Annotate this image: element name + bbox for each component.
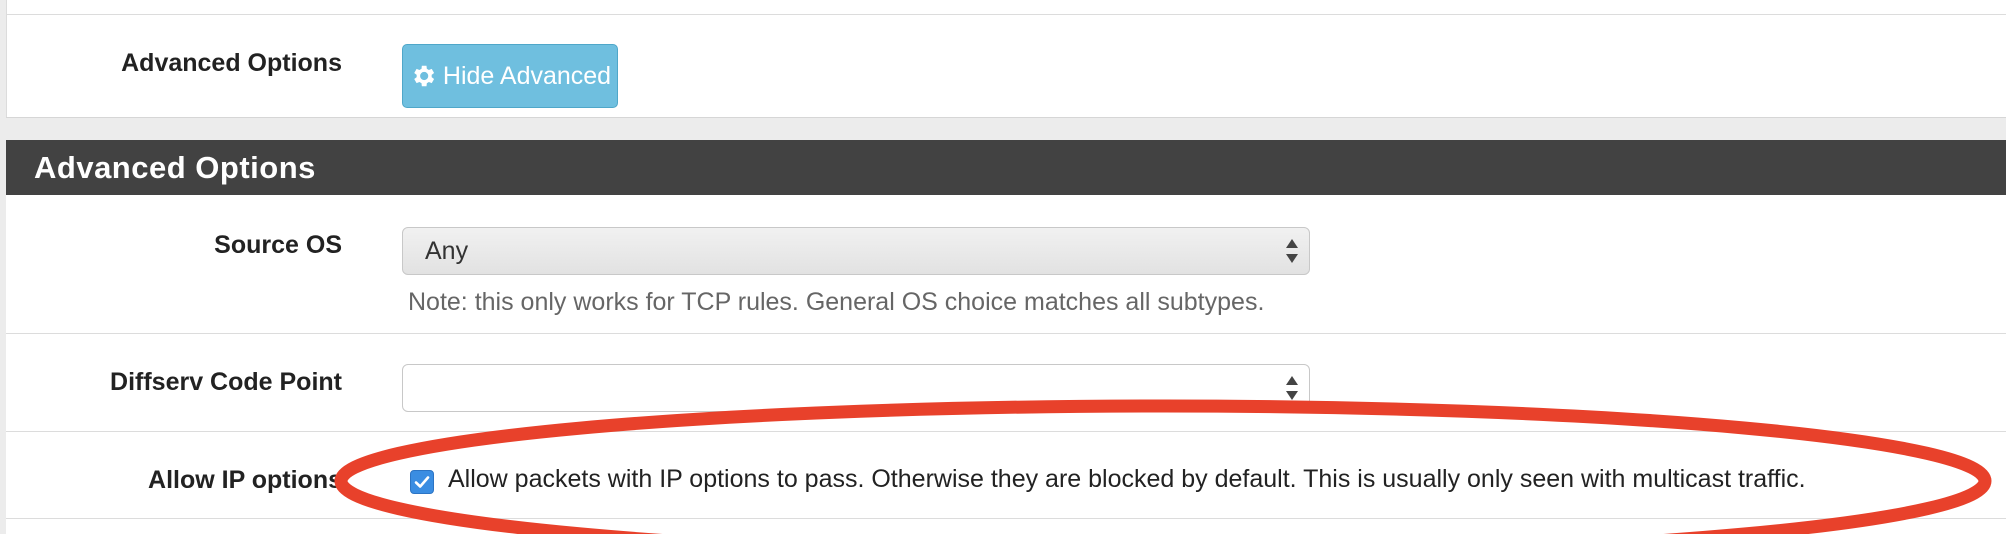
divider — [6, 518, 2006, 519]
source-os-label: Source OS — [214, 231, 342, 259]
divider — [6, 333, 2006, 334]
advanced-toggle-panel: Advanced Options Hide Advanced — [6, 0, 2006, 118]
advanced-options-label: Advanced Options — [121, 49, 342, 77]
section-header: Advanced Options — [6, 140, 2006, 195]
select-arrows-icon — [1286, 376, 1298, 400]
checkmark-icon — [414, 476, 430, 488]
allow-ip-options-description: Allow packets with IP options to pass. O… — [448, 465, 1806, 493]
divider — [6, 0, 7, 117]
diffserv-select[interactable] — [402, 364, 1310, 412]
source-os-note: Note: this only works for TCP rules. Gen… — [408, 288, 1265, 316]
divider — [6, 14, 2006, 15]
hide-advanced-label: Hide Advanced — [442, 61, 612, 90]
divider — [6, 431, 2006, 432]
page: Advanced Options Hide Advanced Advanced … — [0, 0, 2006, 534]
source-os-value: Any — [425, 237, 469, 265]
allow-ip-options-checkbox[interactable] — [410, 470, 434, 494]
advanced-options-panel: Advanced Options Source OS Any Note: thi… — [6, 140, 2006, 534]
diffserv-label: Diffserv Code Point — [110, 368, 342, 396]
gear-icon — [409, 62, 437, 90]
hide-advanced-button[interactable]: Hide Advanced — [402, 44, 618, 108]
allow-ip-options-label: Allow IP options — [148, 466, 342, 494]
select-arrows-icon — [1286, 239, 1298, 263]
source-os-select[interactable]: Any — [402, 227, 1310, 275]
